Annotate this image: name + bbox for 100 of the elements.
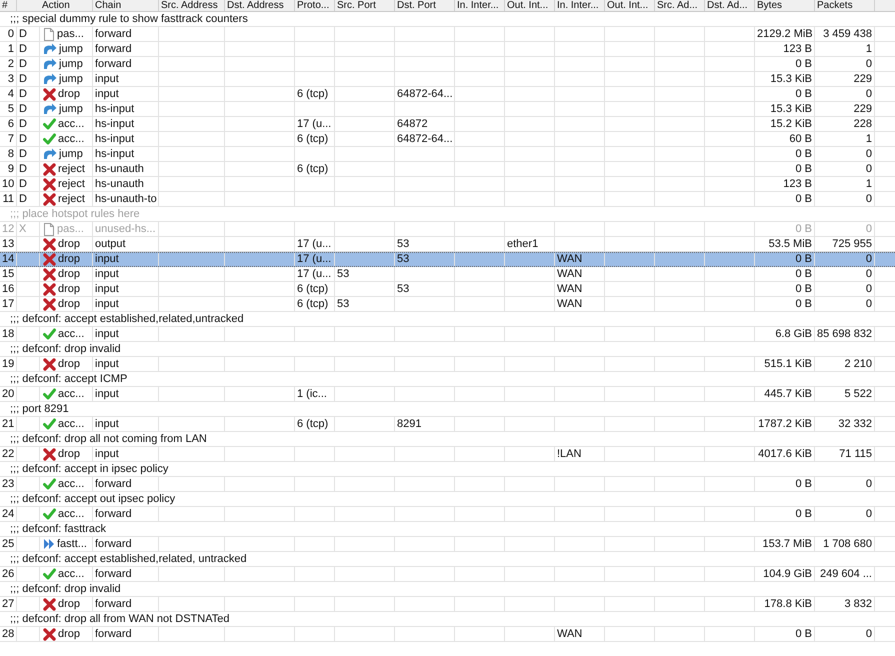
row-number: 8: [6, 147, 15, 161]
table-cell: drop: [58, 297, 80, 311]
rule-row[interactable]: 0 D pas... forward 2129.2 MiB 3 459 438: [0, 27, 895, 42]
column-header[interactable]: #: [0, 0, 10, 11]
rule-row[interactable]: 7 D acc... hs-input 6 (tcp) 64872-64... 60 B 1: [0, 132, 895, 147]
rule-comment: ;;; defconf: drop invalid: [9, 342, 121, 357]
rule-row[interactable]: 15 drop input 17 (u... 53 WAN 0 B 0: [0, 267, 895, 282]
table-cell-text: 1: [864, 177, 873, 191]
rule-row[interactable]: 23 acc... forward 0 B 0: [0, 477, 895, 492]
table-cell-text: 0: [864, 267, 873, 281]
column-header[interactable]: Dst. Address: [225, 0, 286, 11]
row-number: 26: [1, 567, 16, 581]
table-cell: pas...: [57, 222, 84, 236]
column-header[interactable]: Bytes: [755, 0, 784, 11]
table-cell: drop: [58, 237, 80, 251]
column-header[interactable]: Packets: [815, 0, 855, 11]
rule-row[interactable]: 6 D acc... hs-input 17 (u... 64872 15.2 KiB 228: [0, 117, 895, 132]
rule-row[interactable]: 18 acc... input 6.8 GiB 85 698 832: [0, 327, 895, 342]
flag-cell-text: D: [18, 57, 28, 71]
rule-row[interactable]: 17 drop input 6 (tcp) 53 WAN 0 B 0: [0, 297, 895, 312]
table-cell-text: WAN: [556, 253, 584, 266]
cross-icon: [43, 178, 56, 190]
table-cell-text: 53: [396, 282, 410, 296]
column-header[interactable]: In. Inter...: [455, 0, 501, 11]
table-cell-text: 8291: [396, 417, 422, 431]
rule-row[interactable]: 11 D reject hs-unauth-to 0 B 0: [0, 192, 895, 207]
table-cell-text: 104.9 GiB: [762, 567, 813, 581]
page-icon: [43, 28, 55, 40]
rule-row[interactable]: 25 fastt... forward 153.7 MiB 1 708 680: [0, 537, 895, 552]
table-cell-text: input: [94, 447, 120, 461]
column-header[interactable]: Proto...: [295, 0, 332, 11]
row-number: 24: [1, 507, 16, 521]
cross-icon: [43, 358, 56, 370]
rule-row[interactable]: 19 drop input 515.1 KiB 2 210: [0, 357, 895, 372]
table-cell-text: hs-input: [94, 132, 136, 146]
rule-row[interactable]: 8 D jump hs-input 0 B 0: [0, 147, 895, 162]
rule-row[interactable]: 10 D reject hs-unauth 123 B 1: [0, 177, 895, 192]
rule-row[interactable]: 14 drop input 17 (u... 53 WAN 0 B 0: [0, 252, 895, 267]
check-icon: [43, 478, 56, 490]
cross-icon: [43, 268, 56, 280]
row-number: 22: [1, 447, 16, 461]
table-cell-text: 3 459 438: [822, 27, 873, 41]
table-cell: jump: [59, 42, 83, 56]
column-header[interactable]: Out. Int...: [505, 0, 550, 11]
table-cell-text: input: [94, 297, 120, 311]
column-header[interactable]: Chain: [93, 0, 124, 11]
column-header[interactable]: Action: [40, 0, 72, 11]
rule-row[interactable]: 1 D jump forward 123 B 1: [0, 42, 895, 57]
rule-row[interactable]: 26 acc... forward 104.9 GiB 249 604 ...: [0, 567, 895, 582]
check-icon: [43, 508, 56, 520]
table-cell-text: 0: [864, 627, 873, 641]
table-cell: jump: [59, 147, 83, 161]
table-cell: reject: [58, 192, 85, 206]
rule-row[interactable]: 4 D drop input 6 (tcp) 64872-64... 0 B 0: [0, 87, 895, 102]
rule-row[interactable]: 20 acc... input 1 (ic... 445.7 KiB 5 522: [0, 387, 895, 402]
table-cell-text: 6 (tcp): [296, 132, 330, 146]
table-cell-text: 4017.6 KiB: [757, 447, 813, 461]
table-cell: jump: [59, 57, 83, 71]
column-header[interactable]: Out. Int...: [605, 0, 650, 11]
rule-comment: ;;; defconf: accept ICMP: [9, 372, 128, 387]
table-cell-text: 0: [864, 297, 873, 311]
table-cell: acc...: [58, 117, 84, 131]
rule-row[interactable]: 9 D reject hs-unauth 6 (tcp) 0 B 0: [0, 162, 895, 177]
rule-row[interactable]: 24 acc... forward 0 B 0: [0, 507, 895, 522]
rule-row[interactable]: 27 drop forward 178.8 KiB 3 832: [0, 597, 895, 612]
curved-arrow-icon: [43, 58, 57, 70]
table-cell-text: 53: [396, 237, 410, 251]
table-cell-text: 17 (u...: [296, 253, 332, 266]
table-cell-text: hs-input: [94, 147, 136, 161]
column-header[interactable]: In. Inter...: [555, 0, 601, 11]
column-header[interactable]: Src. Ad...: [655, 0, 700, 11]
table-cell-text: 15.3 KiB: [769, 102, 813, 116]
rule-row[interactable]: 28 drop forward WAN 0 B 0: [0, 627, 895, 642]
rule-row[interactable]: 2 D jump forward 0 B 0: [0, 57, 895, 72]
table-cell-text: 0: [864, 253, 873, 266]
table-cell-text: 228: [852, 117, 873, 131]
table-cell-text: input: [94, 282, 120, 296]
flag-cell-text: D: [18, 162, 28, 176]
column-header[interactable]: Dst. Port: [395, 0, 438, 11]
table-cell-text: 123 B: [782, 42, 813, 56]
rule-row[interactable]: 5 D jump hs-input 15.3 KiB 229: [0, 102, 895, 117]
rule-row[interactable]: 3 D jump input 15.3 KiB 229: [0, 72, 895, 87]
rule-row[interactable]: 16 drop input 6 (tcp) 53 WAN 0 B 0: [0, 282, 895, 297]
table-cell-text: input: [94, 387, 120, 401]
table-cell-text: 64872-64...: [396, 132, 454, 146]
row-number: 13: [1, 237, 16, 251]
column-header[interactable]: Src. Address: [159, 0, 220, 11]
table-cell-text: 249 604 ...: [819, 567, 873, 581]
column-header[interactable]: Src. Port: [335, 0, 378, 11]
table-cell-text: WAN: [556, 267, 584, 281]
rule-comment: ;;; defconf: accept out ipsec policy: [9, 492, 176, 507]
table-cell-text: hs-unauth: [94, 177, 145, 191]
check-icon: [43, 118, 56, 130]
table-cell-text: 15.2 KiB: [769, 117, 813, 131]
column-header[interactable]: Dst. Ad...: [705, 0, 750, 11]
table-cell-text: hs-unauth: [94, 162, 145, 176]
rule-row[interactable]: 21 acc... input 6 (tcp) 8291 1787.2 KiB 32 332: [0, 417, 895, 432]
rule-row[interactable]: 22 drop input !LAN 4017.6 KiB 71 115: [0, 447, 895, 462]
table-cell-text: 2 210: [843, 357, 873, 371]
table-cell-text: 3 832: [843, 597, 873, 611]
